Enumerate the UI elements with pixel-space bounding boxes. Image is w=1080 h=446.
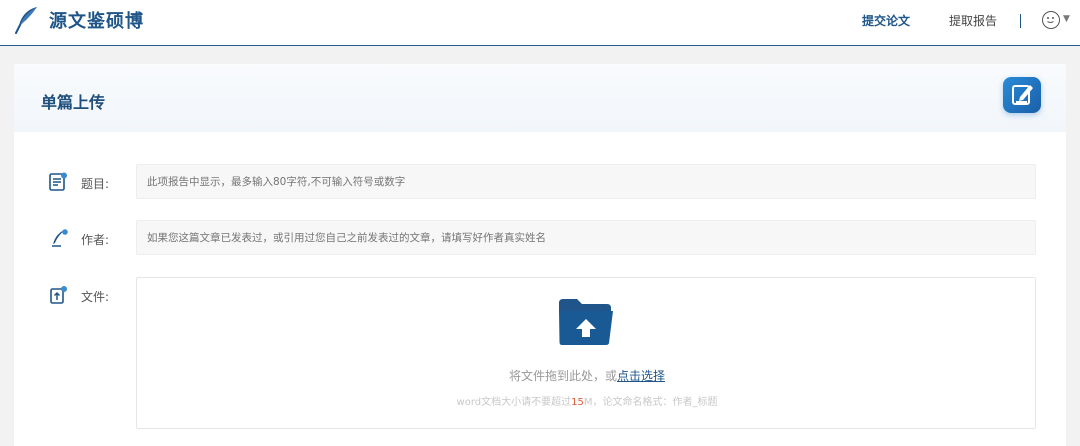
hint-size: 15 [571, 397, 584, 408]
folder-upload-icon [559, 299, 613, 345]
nav-divider [1020, 14, 1021, 28]
face-icon [1047, 17, 1054, 23]
dropzone-text: 将文件拖到此处，或点击选择 [137, 367, 1037, 384]
dropzone-hint: word文档大小请不要超过15M，论文命名格式：作者_标题 [137, 393, 1037, 408]
nav-get-report[interactable]: 提取报告 [949, 12, 997, 29]
chevron-down-icon[interactable]: ▼ [1063, 14, 1070, 24]
title-doc-icon [49, 172, 67, 191]
brand[interactable]: 源文鉴硕博 [14, 6, 144, 34]
hint-suffix: M，论文命名格式：作者_标题 [583, 397, 718, 408]
feather-logo-icon [15, 7, 37, 34]
file-dropzone[interactable]: 将文件拖到此处，或点击选择 word文档大小请不要超过15M，论文命名格式：作者… [136, 277, 1036, 429]
select-file-link[interactable]: 点击选择 [617, 369, 665, 383]
brand-name: 源文鉴硕博 [49, 11, 144, 32]
nav-submit-paper[interactable]: 提交论文 [862, 12, 910, 29]
dropzone-text-prefix: 将文件拖到此处，或 [508, 369, 617, 383]
author-input[interactable] [136, 220, 1036, 255]
avatar-icon[interactable] [1042, 11, 1060, 29]
edit-icon [1012, 85, 1033, 105]
author-label: 作者: [81, 233, 110, 247]
card-header: 单篇上传 [14, 64, 1066, 132]
edit-button[interactable] [1003, 77, 1041, 113]
title-input[interactable] [136, 164, 1036, 199]
title-label: 题目: [81, 177, 110, 191]
page-title: 单篇上传 [41, 93, 106, 112]
hint-prefix: word文档大小请不要超过 [456, 397, 572, 408]
author-pen-icon [52, 229, 68, 247]
file-label: 文件: [81, 290, 110, 304]
upload-card: 单篇上传 题目: 作者: 文件: [14, 64, 1066, 446]
file-upload-icon [50, 286, 67, 304]
top-nav: 源文鉴硕博 提交论文 提取报告 ▼ [0, 0, 1080, 46]
